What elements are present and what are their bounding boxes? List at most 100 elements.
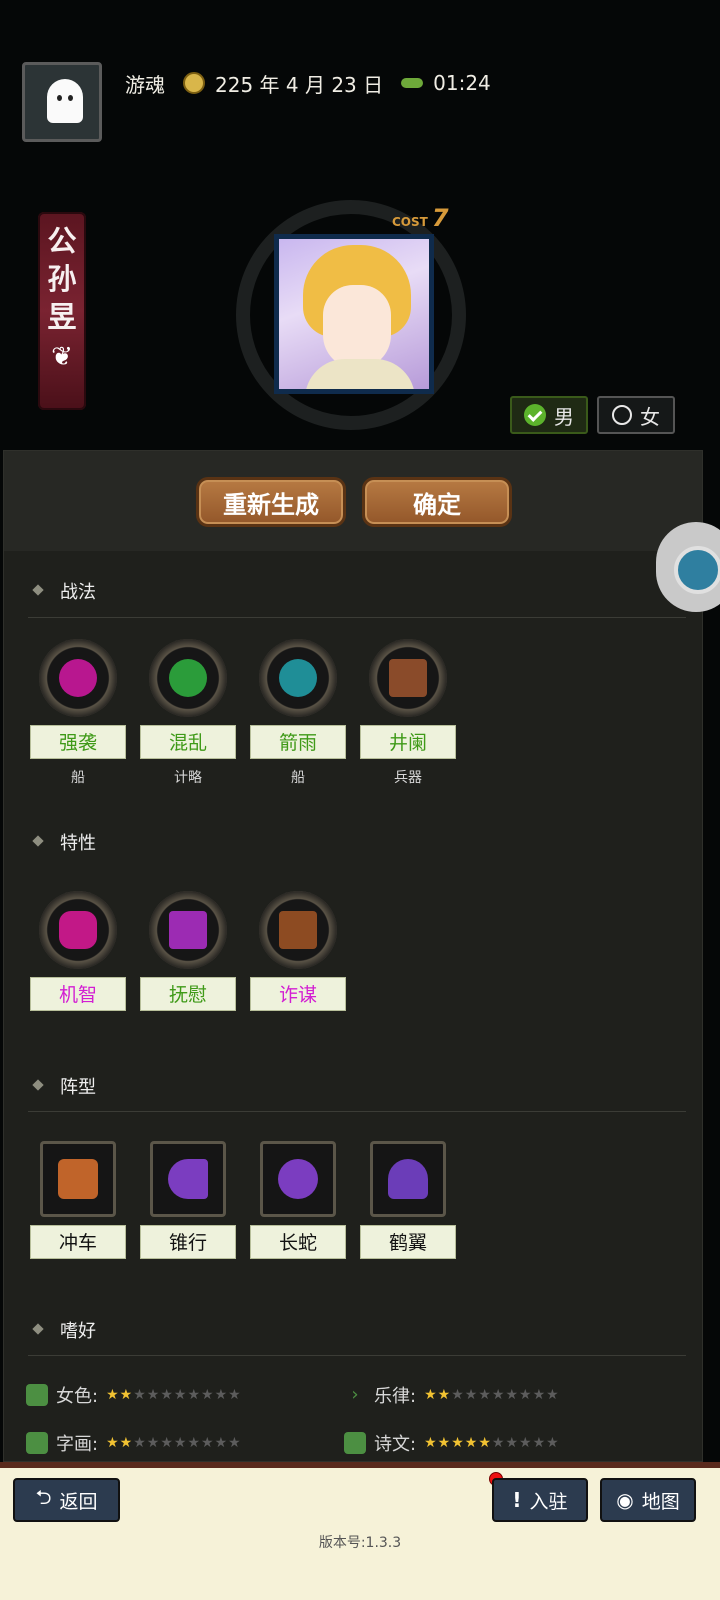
sandals-icon (26, 1384, 48, 1406)
book-icon (344, 1432, 366, 1454)
status-bar: 游魂 225 年 4 月 23 日 01:24 (125, 70, 491, 97)
star-icon: ★ (464, 1387, 479, 1403)
tactic-item[interactable]: 箭雨 船 (249, 639, 347, 787)
star-icon: ★ (160, 1387, 174, 1403)
bullet-icon (32, 1323, 44, 1335)
hero-detail-panel: 重新生成 确定 战法 强袭 船 混乱 计略 箭雨 船 井阑 兵器 特性 机智 抚… (3, 450, 703, 1462)
trait-item[interactable]: 抚慰 (139, 891, 237, 1011)
star-icon: ★ (228, 1387, 242, 1403)
star-rating: ★★★★★★★★★★ (424, 1435, 560, 1451)
star-icon: ★ (187, 1387, 202, 1403)
star-icon: ★ (451, 1435, 465, 1451)
tactic-item[interactable]: 井阑 兵器 (359, 639, 457, 787)
star-icon: ★ (505, 1387, 520, 1403)
star-icon: ★ (160, 1435, 174, 1451)
music-icon: › (351, 1384, 359, 1405)
hobby-row: 字画: ★★★★★★★★★★ (26, 1431, 242, 1455)
star-icon: ★ (133, 1387, 147, 1403)
star-icon: ★ (214, 1387, 229, 1403)
assault-icon (59, 659, 97, 697)
tactic-item[interactable]: 混乱 计略 (139, 639, 237, 787)
cost-indicator: COST 7 (392, 204, 449, 232)
star-icon: ★ (119, 1387, 134, 1403)
hero-portrait[interactable] (274, 234, 434, 394)
formation-item[interactable]: 鹤翼 (359, 1141, 457, 1259)
star-icon: ★ (201, 1435, 215, 1451)
tactic-item[interactable]: 强袭 船 (29, 639, 127, 787)
scroll-icon (26, 1432, 48, 1454)
hobby-row: 女色: ★★★★★★★★★★ (26, 1383, 242, 1407)
formation-item[interactable]: 锥行 (139, 1141, 237, 1259)
hero-name-banner[interactable]: 公 孙 昱 ❦ (38, 212, 86, 410)
bullet-icon (32, 584, 44, 596)
star-icon: ★ (519, 1435, 533, 1451)
globe-icon: ◉ (616, 1488, 634, 1512)
version-label: 版本号:1.3.3 (318, 1535, 402, 1551)
star-icon: ★ (424, 1387, 438, 1403)
back-button[interactable]: ⮌ 返回 (13, 1478, 120, 1522)
bottom-bar: ⮌ 返回 ! 入驻 ◉ 地图 版本号:1.3.3 (0, 1462, 720, 1600)
hobby-row: 诗文: ★★★★★★★★★★ (344, 1431, 560, 1455)
confirm-button[interactable]: 确定 (362, 477, 512, 527)
star-icon: ★ (532, 1435, 547, 1451)
star-icon: ★ (532, 1387, 547, 1403)
feather-icon[interactable]: ❦ (51, 342, 73, 372)
cost-value: 7 (431, 204, 449, 232)
gender-female-option[interactable]: 女 (597, 396, 675, 434)
player-avatar[interactable] (22, 62, 102, 142)
hero-name-char: 昱 (47, 300, 77, 334)
ghost-icon (47, 79, 83, 123)
section-title-hobbies: 嗜好 (60, 1321, 96, 1342)
map-button[interactable]: ◉ 地图 (600, 1478, 696, 1522)
player-name: 游魂 (125, 72, 165, 97)
star-icon: ★ (106, 1387, 120, 1403)
star-icon: ★ (146, 1387, 161, 1403)
chaos-icon (169, 659, 207, 697)
star-icon: ★ (187, 1435, 202, 1451)
regenerate-button[interactable]: 重新生成 (196, 477, 346, 527)
star-icon: ★ (228, 1435, 242, 1451)
trait-item[interactable]: 机智 (29, 891, 127, 1011)
helmet-icon (388, 1159, 428, 1199)
star-icon: ★ (201, 1387, 215, 1403)
game-date: 225 年 4 月 23 日 (215, 72, 384, 97)
sun-icon (183, 72, 205, 94)
snake-icon (278, 1159, 318, 1199)
bullet-icon (32, 1079, 44, 1091)
star-rating: ★★★★★★★★★★ (106, 1387, 242, 1403)
formation-item[interactable]: 长蛇 (249, 1141, 347, 1259)
radio-empty-icon (612, 405, 632, 425)
star-icon: ★ (437, 1435, 452, 1451)
star-icon: ★ (478, 1387, 492, 1403)
star-icon: ★ (478, 1435, 492, 1451)
star-icon: ★ (546, 1387, 560, 1403)
battering-ram-icon (58, 1159, 98, 1199)
star-icon: ★ (519, 1387, 533, 1403)
arrow-rain-icon (279, 659, 317, 697)
siege-tower-icon (389, 659, 427, 697)
brain-icon (59, 911, 97, 949)
section-title-traits: 特性 (60, 833, 96, 854)
star-icon: ★ (424, 1435, 438, 1451)
star-rating: ★★★★★★★★★★ (106, 1435, 242, 1451)
star-icon: ★ (451, 1387, 465, 1403)
gender-male-option[interactable]: 男 (510, 396, 588, 434)
formation-item[interactable]: 冲车 (29, 1141, 127, 1259)
star-icon: ★ (133, 1435, 147, 1451)
star-icon: ★ (491, 1435, 506, 1451)
hero-name-char: 公 (47, 224, 77, 258)
game-time: 01:24 (433, 71, 491, 95)
hero-name-char: 孙 (47, 262, 77, 296)
trait-item[interactable]: 诈谋 (249, 891, 347, 1011)
star-icon: ★ (546, 1435, 560, 1451)
star-icon: ★ (106, 1435, 120, 1451)
floating-assist-button[interactable] (656, 522, 720, 612)
station-button[interactable]: ! 入驻 (492, 1478, 588, 1522)
check-icon (524, 404, 546, 426)
return-arrow-icon: ⮌ (35, 1485, 52, 1509)
star-icon: ★ (464, 1435, 479, 1451)
star-icon: ★ (173, 1387, 188, 1403)
star-icon: ★ (214, 1435, 229, 1451)
bullet-icon (32, 835, 44, 847)
star-icon: ★ (437, 1387, 452, 1403)
